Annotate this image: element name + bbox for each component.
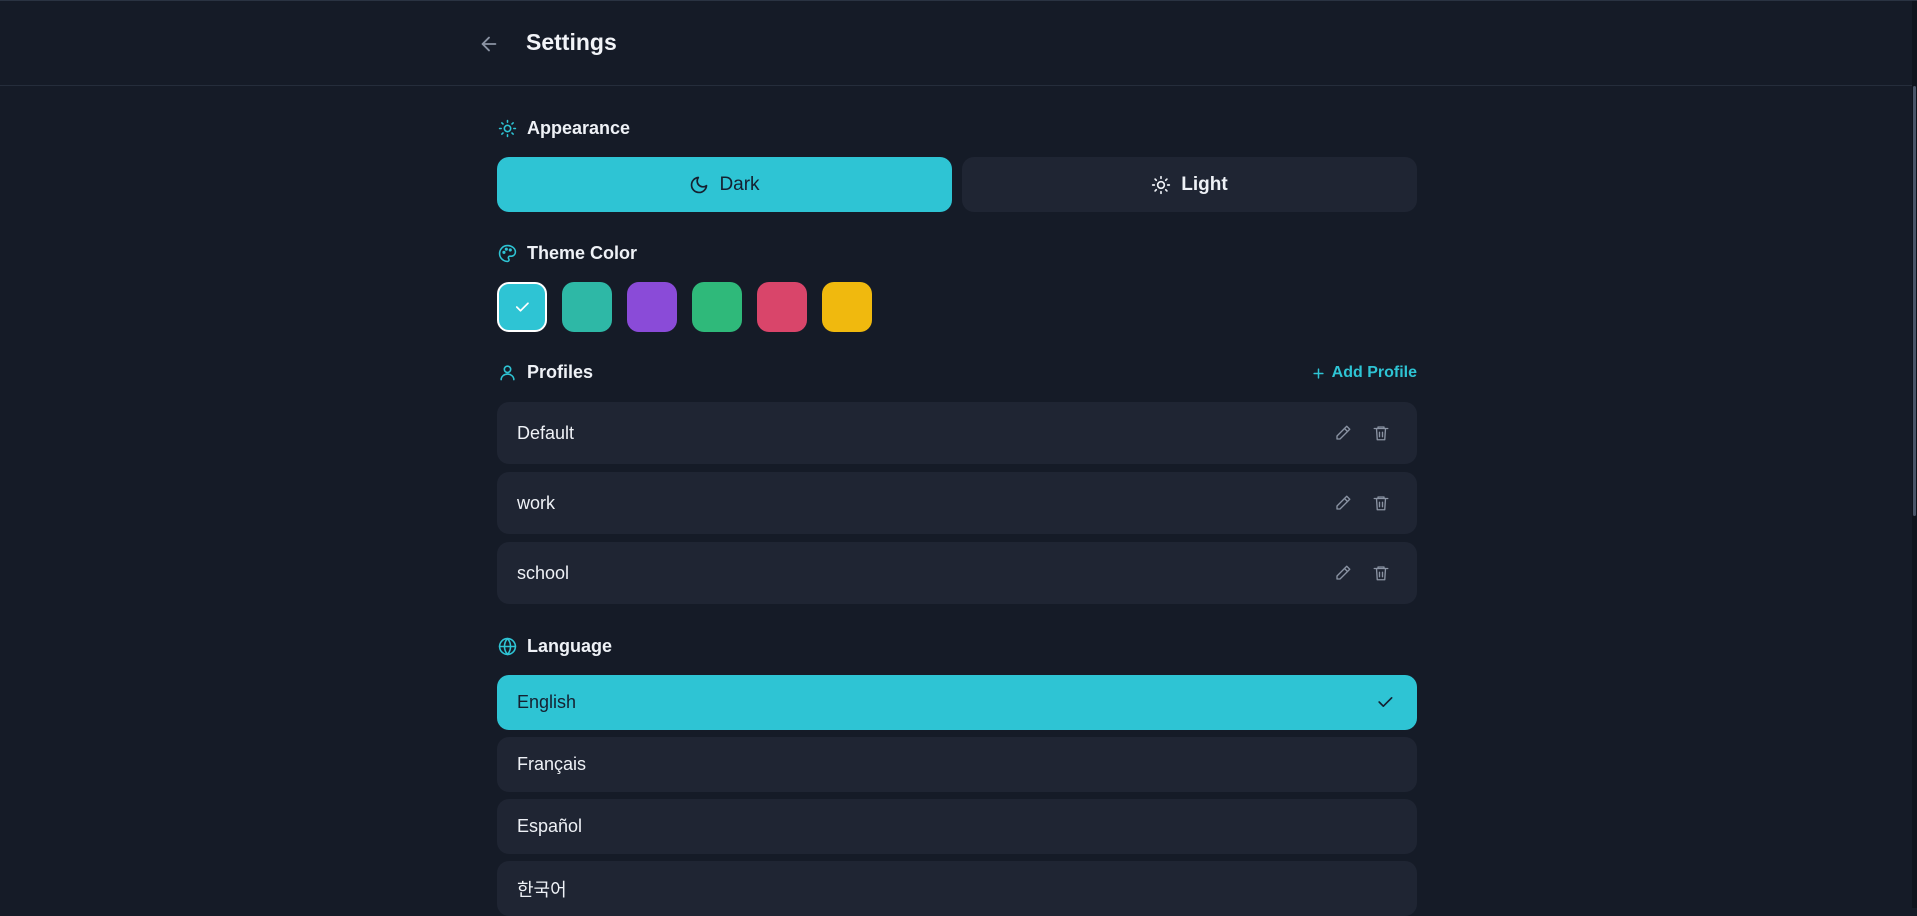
add-profile-label: Add Profile [1331,364,1417,381]
theme-swatch-green[interactable] [692,282,742,332]
profiles-heading: Profiles [527,362,594,382]
language-label: Français [517,754,587,774]
edit-profile-button[interactable] [1333,423,1353,443]
page-title: Settings [526,29,617,55]
back-button[interactable] [474,29,504,59]
dark-mode-button[interactable]: Dark [497,157,952,212]
theme-swatch-purple[interactable] [627,282,677,332]
appearance-section-header: Appearance [497,118,630,139]
language-option-spanish[interactable]: Español [497,799,1417,854]
profile-row[interactable]: Default [497,402,1417,464]
pencil-icon [1336,565,1351,580]
light-mode-label: Light [1181,173,1228,195]
delete-profile-button[interactable] [1371,563,1391,583]
profile-row[interactable]: school [497,542,1417,604]
moon-icon [691,176,708,193]
check-icon [1378,697,1393,707]
theme-swatch-cyan[interactable] [497,282,547,332]
palette-icon [497,244,517,264]
trash-icon [1373,496,1389,511]
profile-name: school [517,562,570,583]
pencil-icon [1336,495,1351,510]
sun-icon [1152,175,1171,194]
plus-icon [1313,367,1324,379]
language-option-french[interactable]: Français [497,737,1417,792]
check-icon [515,302,529,312]
theme-heading: Theme Color [527,243,638,263]
theme-swatch-yellow[interactable] [822,282,872,332]
language-section-header: Language [497,636,612,657]
theme-swatch-teal[interactable] [562,282,612,332]
add-profile-button[interactable]: Add Profile [1311,364,1417,382]
language-option-english[interactable]: English [497,675,1417,730]
language-heading: Language [527,636,613,656]
delete-profile-button[interactable] [1371,493,1391,513]
sun-icon [497,119,517,139]
profile-name: work [517,492,556,513]
header-bar: Settings [0,1,1917,86]
profiles-section-header: Profiles [497,362,593,383]
globe-icon [497,637,517,657]
dark-mode-label: Dark [719,173,760,195]
profile-row[interactable]: work [497,472,1417,534]
trash-icon [1373,426,1389,441]
light-mode-button[interactable]: Light [962,157,1417,212]
language-label: English [517,692,577,712]
edit-profile-button[interactable] [1333,493,1353,513]
scrollbar-thumb[interactable] [1913,86,1916,516]
theme-swatch-pink[interactable] [757,282,807,332]
theme-section-header: Theme Color [497,243,637,264]
profile-name: Default [517,422,575,443]
pencil-icon [1336,425,1351,440]
trash-icon [1373,566,1389,581]
arrow-left-icon [481,36,497,52]
language-label: Español [517,816,583,836]
language-label: 한국어 [517,879,567,900]
appearance-heading: Appearance [527,118,631,138]
user-icon [497,363,517,383]
delete-profile-button[interactable] [1371,423,1391,443]
edit-profile-button[interactable] [1333,563,1353,583]
